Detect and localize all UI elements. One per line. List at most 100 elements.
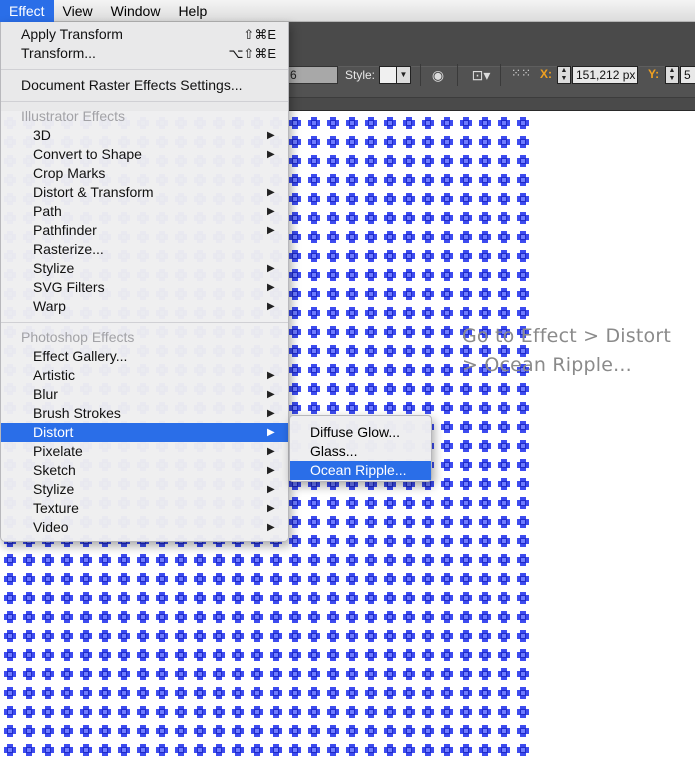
submenu-item-ocean-ripple[interactable]: Ocean Ripple...	[290, 461, 431, 480]
reference-point-icon[interactable]: ⁙⁙	[510, 64, 532, 82]
menu-item-effect-gallery[interactable]: Effect Gallery...	[1, 347, 288, 366]
submenu-arrow-icon: ▶	[267, 263, 275, 274]
menu-item-path[interactable]: Path ▶	[1, 202, 288, 221]
submenu-arrow-icon: ▶	[267, 484, 275, 495]
menu-item-label: Pathfinder	[33, 222, 97, 238]
menu-item-label: Distort	[33, 424, 74, 440]
submenu-arrow-icon: ▶	[267, 370, 275, 381]
submenu-item-label: Glass...	[310, 443, 358, 459]
submenu-arrow-icon: ▶	[267, 446, 275, 457]
menu-separator	[1, 322, 288, 323]
submenu-item-label: Ocean Ripple...	[310, 462, 407, 478]
photoshop-effects-header: Photoshop Effects	[21, 329, 135, 345]
menu-help[interactable]: Help	[169, 0, 216, 22]
divider	[457, 64, 458, 86]
submenu-arrow-icon: ▶	[267, 206, 275, 217]
menu-item-label: Stylize	[33, 481, 75, 497]
shortcut-label: ⇧⌘E	[243, 27, 276, 42]
divider	[500, 64, 501, 86]
illustrator-effects-header: Illustrator Effects	[21, 108, 126, 124]
menu-item-texture[interactable]: Texture ▶	[1, 499, 288, 518]
tutorial-caption: Go to Effect > Distort > Ocean Ripple...	[462, 322, 692, 380]
submenu-arrow-icon: ▶	[267, 389, 275, 400]
menu-item-label: Effect Gallery...	[33, 348, 128, 364]
submenu-arrow-icon: ▶	[267, 408, 275, 419]
menu-item-convert-to-shape[interactable]: Convert to Shape ▶	[1, 145, 288, 164]
submenu-arrow-icon: ▶	[267, 282, 275, 293]
submenu-item-label: Diffuse Glow...	[310, 424, 401, 440]
menu-item-label: Warp	[33, 298, 66, 314]
submenu-arrow-icon: ▶	[267, 187, 275, 198]
y-label: Y:	[648, 67, 660, 81]
x-stepper[interactable]: ▲ ▼	[557, 66, 571, 84]
submenu-item-glass[interactable]: Glass...	[290, 442, 431, 461]
menu-item-video[interactable]: Video ▶	[1, 518, 288, 537]
menu-separator	[1, 69, 288, 70]
y-stepper[interactable]: ▲ ▼	[665, 66, 679, 84]
submenu-arrow-icon: ▶	[267, 465, 275, 476]
menu-item-apply-transform[interactable]: Apply Transform ⇧⌘E	[1, 25, 288, 44]
menu-item-label: Stylize	[33, 260, 75, 276]
opacity-field[interactable]: 6	[288, 66, 338, 84]
menu-effect[interactable]: Effect	[0, 0, 54, 22]
x-label: X:	[540, 67, 552, 81]
align-icon[interactable]: ⊡▾	[468, 66, 494, 84]
menu-item-label: Pixelate	[33, 443, 83, 459]
menu-item-label: Transform...	[21, 45, 96, 61]
menu-item-stylize-photoshop[interactable]: Stylize ▶	[1, 480, 288, 499]
menu-item-3d[interactable]: 3D ▶	[1, 126, 288, 145]
y-input[interactable]: 5	[680, 66, 695, 84]
menu-item-pathfinder[interactable]: Pathfinder ▶	[1, 221, 288, 240]
style-swatch[interactable]	[379, 66, 397, 84]
caption-line-1: Go to Effect > Distort	[462, 325, 672, 347]
menu-item-label: Rasterize...	[33, 241, 104, 257]
menu-item-distort-transform[interactable]: Distort & Transform ▶	[1, 183, 288, 202]
menu-item-warp[interactable]: Warp ▶	[1, 297, 288, 316]
menu-item-label: 3D	[33, 127, 51, 143]
menu-item-svg-filters[interactable]: SVG Filters ▶	[1, 278, 288, 297]
menu-item-transform[interactable]: Transform... ⌥⇧⌘E	[1, 44, 288, 63]
menu-item-brush-strokes[interactable]: Brush Strokes ▶	[1, 404, 288, 423]
caption-line-2: > Ocean Ripple...	[462, 354, 632, 376]
menu-item-document-raster-settings[interactable]: Document Raster Effects Settings...	[1, 76, 288, 95]
menu-item-label: Distort & Transform	[33, 184, 154, 200]
shortcut-label: ⌥⇧⌘E	[228, 46, 276, 61]
menu-item-pixelate[interactable]: Pixelate ▶	[1, 442, 288, 461]
menu-item-label: Sketch	[33, 462, 76, 478]
menu-item-stylize-illustrator[interactable]: Stylize ▶	[1, 259, 288, 278]
menu-item-label: SVG Filters	[33, 279, 105, 295]
submenu-arrow-icon: ▶	[267, 427, 275, 438]
submenu-arrow-icon: ▶	[267, 522, 275, 533]
menu-item-label: Path	[33, 203, 62, 219]
menu-view[interactable]: View	[54, 0, 102, 22]
menu-item-label: Apply Transform	[21, 26, 123, 42]
menu-item-sketch[interactable]: Sketch ▶	[1, 461, 288, 480]
menu-item-label: Convert to Shape	[33, 146, 142, 162]
menu-item-label: Blur	[33, 386, 58, 402]
recolor-icon[interactable]: ◉	[429, 66, 447, 84]
x-input[interactable]: 151,212 px	[572, 66, 638, 84]
style-dropdown-icon[interactable]: ▼	[397, 66, 411, 84]
submenu-arrow-icon: ▶	[267, 225, 275, 236]
submenu-arrow-icon: ▶	[267, 130, 275, 141]
menu-item-rasterize[interactable]: Rasterize...	[1, 240, 288, 259]
menu-item-crop-marks[interactable]: Crop Marks	[1, 164, 288, 183]
menu-item-artistic[interactable]: Artistic ▶	[1, 366, 288, 385]
submenu-arrow-icon: ▶	[267, 149, 275, 160]
menu-item-label: Texture	[33, 500, 79, 516]
mac-menubar: Effect View Window Help	[0, 0, 695, 22]
submenu-arrow-icon: ▶	[267, 503, 275, 514]
menu-item-distort[interactable]: Distort ▶	[1, 423, 288, 442]
effect-menu: Apply Transform ⇧⌘E Transform... ⌥⇧⌘E Do…	[0, 22, 289, 542]
submenu-item-diffuse-glow[interactable]: Diffuse Glow...	[290, 423, 431, 442]
divider	[420, 64, 421, 86]
menu-item-blur[interactable]: Blur ▶	[1, 385, 288, 404]
menu-separator	[1, 101, 288, 102]
style-label: Style:	[345, 68, 376, 82]
submenu-arrow-icon: ▶	[267, 301, 275, 312]
menu-item-label: Video	[33, 519, 69, 535]
menu-item-label: Brush Strokes	[33, 405, 121, 421]
menu-window[interactable]: Window	[102, 0, 170, 22]
menu-item-label: Artistic	[33, 367, 75, 383]
menu-item-label: Document Raster Effects Settings...	[21, 77, 243, 93]
